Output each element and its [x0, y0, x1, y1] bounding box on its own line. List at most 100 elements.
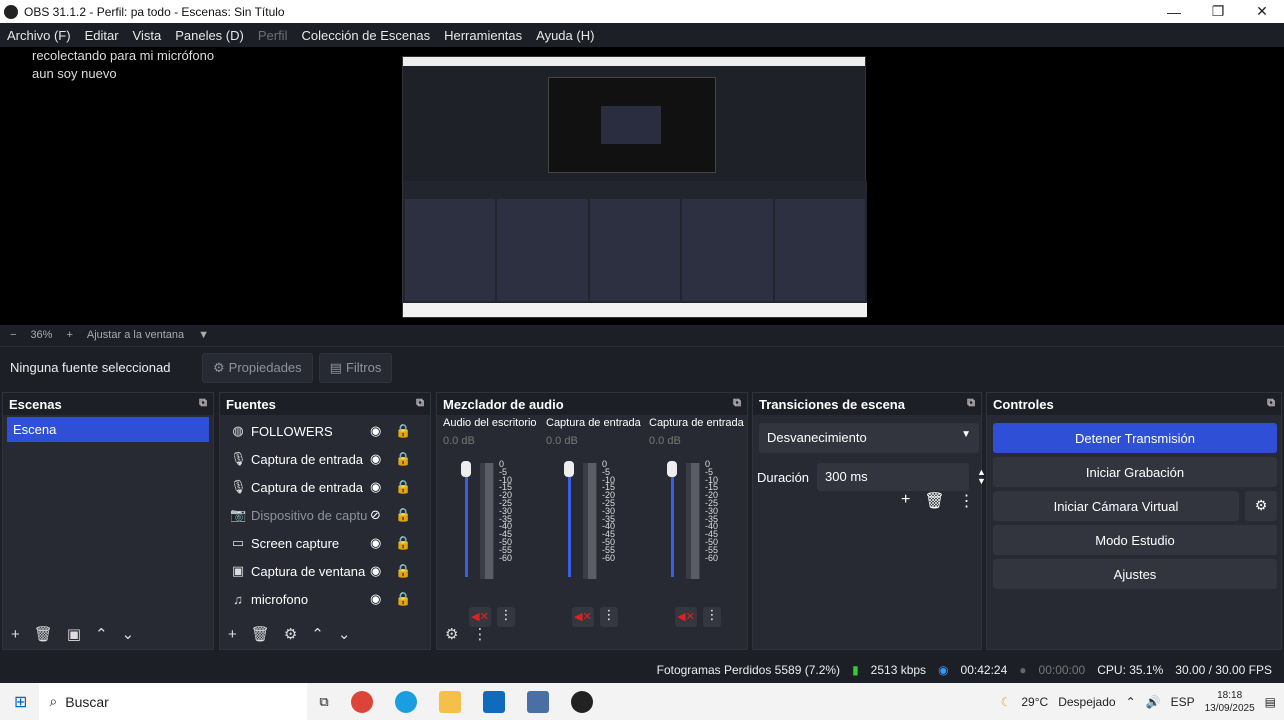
float-icon[interactable]: ⧉	[1267, 397, 1275, 410]
down-icon[interactable]: ⌄	[338, 625, 351, 643]
zoom-in-button[interactable]: +	[66, 329, 72, 341]
minimize-icon[interactable]: —	[1152, 4, 1196, 20]
scene-item[interactable]: Escena	[7, 417, 209, 442]
eye-icon[interactable]: ◉	[370, 451, 381, 467]
obs-icon[interactable]	[570, 690, 593, 713]
source-item[interactable]: ♫ microfono ◉ 🔒	[220, 585, 430, 613]
lock-icon[interactable]: 🔒	[395, 451, 411, 467]
float-icon[interactable]: ⧉	[967, 397, 975, 410]
menu-vista[interactable]: Vista	[126, 28, 169, 43]
close-icon[interactable]: ✕	[1240, 3, 1284, 20]
gear-icon: ⚙	[213, 359, 225, 375]
source-item[interactable]: ◍ FOLLOWERS ◉ 🔒	[220, 417, 430, 445]
eye-icon[interactable]: ◉	[370, 591, 381, 607]
volume-icon[interactable]: 🔊	[1146, 695, 1161, 709]
source-item[interactable]: 🎙Captura de entrada de audio◉🔒	[220, 473, 430, 501]
down-icon[interactable]: ⌄	[122, 625, 135, 643]
maximize-icon[interactable]: ❐	[1196, 3, 1240, 20]
eye-icon[interactable]: ◉	[370, 535, 381, 551]
settings-button[interactable]: Ajustes	[993, 559, 1277, 589]
stop-streaming-button[interactable]: Detener Transmisión	[993, 423, 1277, 453]
notification-icon[interactable]: ▤	[1265, 695, 1276, 709]
outlook-icon[interactable]	[482, 690, 505, 713]
trash-icon[interactable]: 🗑	[251, 625, 270, 643]
transitions-dock: Transiciones de escena ⧉ Desvanecimiento ▼…	[752, 392, 986, 650]
windows-start-icon[interactable]: ⊞	[14, 692, 27, 712]
lock-icon[interactable]: 🔒	[395, 563, 411, 579]
menu-coleccion[interactable]: Colección de Escenas	[294, 28, 437, 43]
float-icon[interactable]: ⧉	[733, 397, 741, 410]
lock-icon[interactable]: 🔒	[395, 507, 411, 523]
studio-mode-button[interactable]: Modo Estudio	[993, 525, 1277, 555]
up-icon[interactable]: ⌃	[311, 625, 324, 643]
more-icon[interactable]: ⋮	[472, 625, 487, 643]
volume-slider[interactable]	[461, 461, 471, 477]
menu-perfil[interactable]: Perfil	[251, 28, 295, 43]
menu-paneles[interactable]: Paneles (D)	[168, 28, 251, 43]
source-item[interactable]: 🎙Captura de entrada de audio◉🔒	[220, 445, 430, 473]
lock-icon[interactable]: 🔒	[395, 591, 411, 607]
advanced-audio-icon[interactable]: ⚙	[445, 625, 458, 643]
volume-slider[interactable]	[667, 461, 677, 477]
menu-editar[interactable]: Editar	[78, 28, 126, 43]
mic-icon: 🎙	[230, 451, 247, 466]
gear-icon[interactable]: ⚙	[284, 625, 297, 643]
chevron-down-icon[interactable]: ▼	[198, 329, 209, 341]
float-icon[interactable]: ⧉	[416, 397, 424, 410]
weather-icon: ☾	[1000, 694, 1012, 709]
menu-ayuda[interactable]: Ayuda (H)	[529, 28, 601, 43]
virtual-camera-button[interactable]: Iniciar Cámara Virtual	[993, 491, 1239, 521]
float-icon[interactable]: ⧉	[199, 397, 207, 410]
signal-icon: ▮	[852, 662, 859, 677]
language[interactable]: ESP	[1171, 695, 1195, 709]
windows-taskbar: ⊞ ⌕ Buscar ⧉ ☾ 29°C Despejado ⌃ 🔊 ESP 18:…	[0, 683, 1284, 720]
zoom-out-button[interactable]: −	[10, 329, 16, 341]
task-view-icon[interactable]: ⧉	[319, 694, 328, 710]
eye-icon[interactable]: ◉	[370, 423, 381, 439]
add-icon[interactable]: +	[11, 626, 20, 643]
source-item[interactable]: ▣ Captura de ventana ◉ 🔒	[220, 557, 430, 585]
menu-herramientas[interactable]: Herramientas	[437, 28, 529, 43]
search-icon: ⌕	[49, 693, 58, 709]
chrome-icon[interactable]	[350, 690, 373, 713]
app-icon[interactable]	[526, 690, 549, 713]
duration-input[interactable]: 300 ms	[817, 463, 970, 491]
window-title: OBS 31.1.2 - Perfil: pa todo - Escenas: …	[24, 4, 285, 19]
source-item[interactable]: 📷 Dispositivo de captura ⊘ 🔒	[220, 501, 430, 529]
lock-icon[interactable]: 🔒	[395, 423, 411, 439]
trash-icon[interactable]: 🗑	[924, 491, 944, 511]
taskbar-search[interactable]: ⌕ Buscar	[39, 683, 308, 720]
filter-icon[interactable]: ▣	[67, 625, 81, 643]
title-bar: OBS 31.1.2 - Perfil: pa todo - Escenas: …	[0, 0, 1284, 23]
controls-dock: Controles ⧉ Detener Transmisión Iniciar G…	[986, 392, 1282, 650]
zoom-fit-select[interactable]: Ajustar a la ventana	[87, 329, 184, 341]
eye-hidden-icon[interactable]: ⊘	[370, 507, 381, 523]
filters-button[interactable]: ▤ Filtros	[318, 352, 393, 383]
more-icon[interactable]: ⋮	[959, 491, 975, 511]
up-icon[interactable]: ⌃	[95, 625, 108, 643]
properties-button[interactable]: ⚙ Propiedades	[202, 352, 313, 383]
start-recording-button[interactable]: Iniciar Grabación	[993, 457, 1277, 487]
lock-icon[interactable]: 🔒	[395, 535, 411, 551]
lock-icon[interactable]: 🔒	[395, 479, 411, 495]
file-explorer-icon[interactable]	[438, 690, 461, 713]
source-toolbar: Ninguna fuente seleccionad ⚙ Propiedades …	[0, 346, 1284, 388]
trash-icon[interactable]: 🗑	[34, 625, 53, 643]
volume-slider[interactable]	[564, 461, 574, 477]
add-icon[interactable]: +	[228, 626, 237, 643]
eye-icon[interactable]: ◉	[370, 479, 381, 495]
preview-canvas[interactable]: recolectando para mi micrófono aun soy n…	[0, 47, 1284, 325]
chevron-up-icon[interactable]: ⌃	[1126, 695, 1136, 709]
spin-icon[interactable]: ▲ ▼	[977, 468, 986, 486]
add-icon[interactable]: +	[901, 491, 910, 511]
clock[interactable]: 18:18 13/09/2025	[1205, 689, 1255, 715]
edge-icon[interactable]	[394, 690, 417, 713]
transition-select[interactable]: Desvanecimiento ▼	[759, 423, 979, 453]
zoom-value: 36%	[30, 329, 53, 341]
menu-archivo[interactable]: Archivo (F)	[0, 28, 78, 43]
weather-temp: 29°C	[1021, 694, 1049, 709]
stream-icon: ◉	[938, 662, 949, 677]
eye-icon[interactable]: ◉	[370, 563, 381, 579]
gear-icon[interactable]: ⚙	[1245, 491, 1277, 521]
source-item[interactable]: ▭ Screen capture ◉ 🔒	[220, 529, 430, 557]
